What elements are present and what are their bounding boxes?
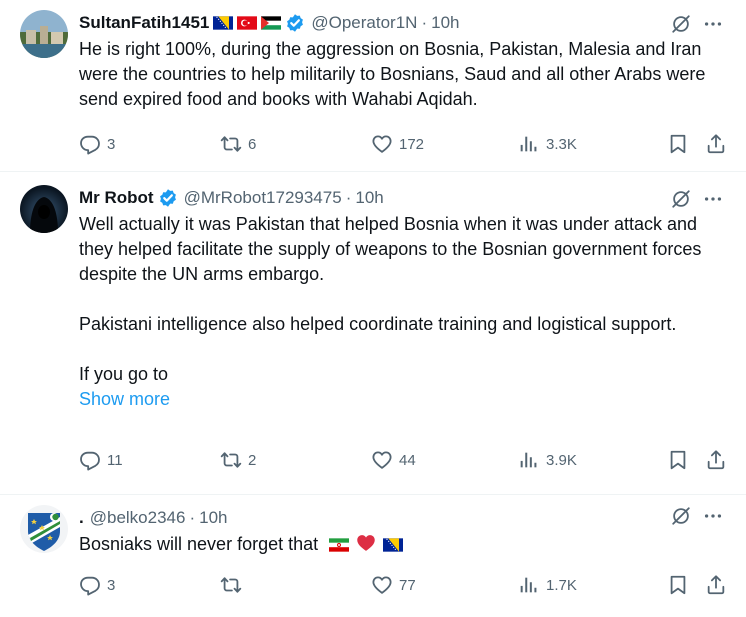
avatar[interactable] (20, 505, 68, 553)
grok-icon[interactable] (670, 188, 692, 210)
author-handle[interactable]: @MrRobot17293475 (184, 188, 342, 208)
heart-icon (371, 574, 393, 596)
reply-icon (79, 449, 101, 471)
tweet[interactable]: . @belko2346 · 10h Bosniaks will never f… (0, 495, 746, 617)
tweet-paragraph: If you go to (79, 364, 169, 384)
share-button[interactable] (705, 449, 727, 471)
author-name[interactable]: SultanFatih1451 (79, 13, 209, 33)
reply-icon (79, 133, 101, 155)
separator: · (345, 188, 352, 207)
reply-icon (79, 574, 101, 596)
author-handle[interactable]: @Operator1N (311, 13, 417, 33)
bookmark-button[interactable] (667, 133, 689, 155)
repost-count: 6 (248, 135, 257, 153)
reply-button[interactable]: 3 (79, 574, 115, 596)
action-bar: 3 6 172 3.3K (79, 132, 730, 156)
heart-icon (371, 133, 393, 155)
separator: · (189, 508, 196, 527)
red-heart-icon (356, 533, 376, 553)
verified-badge-icon[interactable] (158, 188, 178, 208)
repost-icon (220, 449, 242, 471)
turkey-flag-icon (237, 16, 257, 30)
show-more-link[interactable]: Show more (79, 387, 730, 412)
action-bar: 11 2 44 3.9K (79, 448, 730, 472)
tweet-text: Bosniaks will never forget that (79, 532, 730, 557)
tweet[interactable]: Mr Robot @MrRobot17293475 · 10h Well act… (0, 172, 746, 495)
tweet-text: Well actually it was Pakistan that helpe… (79, 212, 730, 387)
share-button[interactable] (705, 133, 727, 155)
grok-icon[interactable] (670, 505, 692, 527)
bosnia-flag-icon (213, 16, 233, 30)
share-icon (705, 449, 727, 471)
iran-flag-icon (329, 538, 349, 552)
repost-button[interactable] (220, 574, 248, 596)
tweet-header: SultanFatih1451 @Operator1N · 10h (79, 10, 730, 36)
bookmark-button[interactable] (667, 449, 689, 471)
grok-icon[interactable] (670, 13, 692, 35)
view-count: 3.9K (546, 451, 577, 469)
view-count: 1.7K (546, 576, 577, 594)
tweet-text: He is right 100%, during the aggression … (79, 37, 730, 112)
share-button[interactable] (705, 574, 727, 596)
like-count: 172 (399, 135, 425, 153)
more-icon[interactable] (702, 505, 724, 527)
views-button[interactable]: 1.7K (518, 574, 577, 596)
views-icon (518, 574, 540, 596)
timestamp[interactable]: 10h (431, 13, 459, 33)
palestine-flag-icon (261, 16, 281, 30)
views-button[interactable]: 3.3K (518, 133, 577, 155)
repost-count: 2 (248, 451, 257, 469)
bookmark-button[interactable] (667, 574, 689, 596)
reply-count: 3 (107, 135, 116, 153)
tweet-feed: SultanFatih1451 @Operator1N · 10h He is … (0, 0, 746, 617)
like-button[interactable]: 172 (371, 133, 424, 155)
like-count: 44 (399, 451, 416, 469)
views-icon (518, 449, 540, 471)
verified-badge-icon[interactable] (285, 13, 305, 33)
reply-button[interactable]: 3 (79, 133, 115, 155)
author-name[interactable]: . (79, 508, 84, 528)
repost-button[interactable]: 2 (220, 449, 256, 471)
views-icon (518, 133, 540, 155)
tweet-paragraph: Well actually it was Pakistan that helpe… (79, 214, 702, 284)
tweet-paragraph: He is right 100%, during the aggression … (79, 39, 706, 109)
timestamp[interactable]: 10h (355, 188, 383, 208)
avatar[interactable] (20, 10, 68, 58)
like-button[interactable]: 77 (371, 574, 416, 596)
timestamp[interactable]: 10h (199, 508, 227, 528)
views-button[interactable]: 3.9K (518, 449, 577, 471)
avatar[interactable] (20, 185, 68, 233)
author-name[interactable]: Mr Robot (79, 188, 154, 208)
reply-count: 11 (107, 451, 123, 469)
repost-icon (220, 574, 242, 596)
repost-icon (220, 133, 242, 155)
view-count: 3.3K (546, 135, 577, 153)
heart-icon (371, 449, 393, 471)
more-icon[interactable] (702, 188, 724, 210)
more-icon[interactable] (702, 13, 724, 35)
repost-button[interactable]: 6 (220, 133, 256, 155)
share-icon (705, 133, 727, 155)
tweet[interactable]: SultanFatih1451 @Operator1N · 10h He is … (0, 0, 746, 172)
like-button[interactable]: 44 (371, 449, 416, 471)
tweet-header: Mr Robot @MrRobot17293475 · 10h (79, 185, 730, 211)
tweet-paragraph: Bosniaks will never forget that (79, 534, 319, 554)
reply-button[interactable]: 11 (79, 449, 123, 471)
tweet-header: . @belko2346 · 10h (79, 505, 730, 531)
like-count: 77 (399, 576, 416, 594)
bookmark-icon (667, 133, 689, 155)
bookmark-icon (667, 574, 689, 596)
bosnia-flag-icon (383, 538, 403, 552)
bookmark-icon (667, 449, 689, 471)
action-bar: 3 77 1.7K (79, 573, 730, 597)
share-icon (705, 574, 727, 596)
tweet-paragraph: Pakistani intelligence also helped coord… (79, 314, 677, 334)
author-handle[interactable]: @belko2346 (90, 508, 186, 528)
reply-count: 3 (107, 576, 116, 594)
separator: · (421, 13, 428, 32)
